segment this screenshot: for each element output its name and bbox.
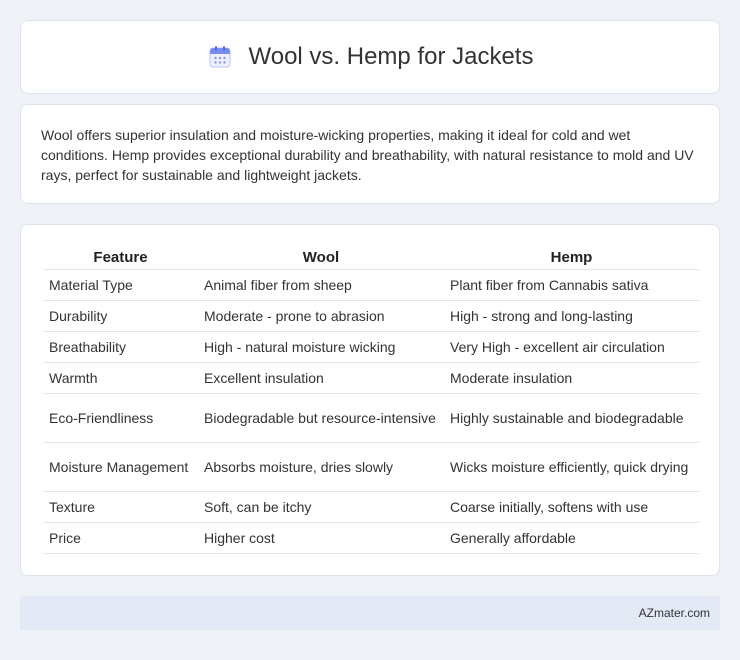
calendar-icon <box>207 44 233 70</box>
header-wool: Wool <box>198 243 444 270</box>
table-row: Breathability High - natural moisture wi… <box>43 331 699 363</box>
feature-cell: Material Type <box>43 269 198 301</box>
wool-cell: Moderate - prone to abrasion <box>198 300 444 332</box>
wool-cell: Animal fiber from sheep <box>198 269 444 301</box>
comparison-card: Feature Wool Hemp Material Type Animal f… <box>20 224 720 576</box>
feature-cell: Eco-Friendliness <box>43 393 198 443</box>
wool-cell: High - natural moisture wicking <box>198 331 444 363</box>
feature-cell: Moisture Management <box>43 442 198 492</box>
table-row: Warmth Excellent insulation Moderate ins… <box>43 362 699 394</box>
header-hemp: Hemp <box>444 243 699 270</box>
feature-cell: Warmth <box>43 362 198 394</box>
header-feature: Feature <box>43 243 198 270</box>
hemp-cell: Generally affordable <box>444 522 699 554</box>
table-row: Eco-Friendliness Biodegradable but resou… <box>43 393 699 443</box>
footer: AZmater.com <box>20 596 720 630</box>
wool-cell: Excellent insulation <box>198 362 444 394</box>
intro-card: Wool offers superior insulation and mois… <box>20 104 720 204</box>
hemp-cell: Coarse initially, softens with use <box>444 491 699 523</box>
title-card: Wool vs. Hemp for Jackets <box>20 20 720 94</box>
feature-cell: Breathability <box>43 331 198 363</box>
wool-cell: Higher cost <box>198 522 444 554</box>
table-header-row: Feature Wool Hemp <box>43 243 699 270</box>
page-title: Wool vs. Hemp for Jackets <box>248 43 534 70</box>
table-row: Material Type Animal fiber from sheep Pl… <box>43 269 699 301</box>
wool-cell: Soft, can be itchy <box>198 491 444 523</box>
hemp-cell: Very High - excellent air circulation <box>444 331 699 363</box>
hemp-cell: Plant fiber from Cannabis sativa <box>444 269 699 301</box>
feature-cell: Price <box>43 522 198 554</box>
feature-cell: Durability <box>43 300 198 332</box>
title-row: Wool vs. Hemp for Jackets <box>207 43 534 71</box>
wool-cell: Absorbs moisture, dries slowly <box>198 442 444 492</box>
table-row: Price Higher cost Generally affordable <box>43 522 699 554</box>
table-row: Moisture Management Absorbs moisture, dr… <box>43 442 699 492</box>
comparison-table: Feature Wool Hemp Material Type Animal f… <box>43 243 699 554</box>
hemp-cell: Highly sustainable and biodegradable <box>444 393 699 443</box>
feature-cell: Texture <box>43 491 198 523</box>
hemp-cell: Moderate insulation <box>444 362 699 394</box>
hemp-cell: High - strong and long-lasting <box>444 300 699 332</box>
table-row: Texture Soft, can be itchy Coarse initia… <box>43 491 699 523</box>
intro-text: Wool offers superior insulation and mois… <box>41 127 694 183</box>
footer-site-link[interactable]: AZmater.com <box>639 606 710 620</box>
wool-cell: Biodegradable but resource-intensive <box>198 393 444 443</box>
table-row: Durability Moderate - prone to abrasion … <box>43 300 699 332</box>
hemp-cell: Wicks moisture efficiently, quick drying <box>444 442 699 492</box>
